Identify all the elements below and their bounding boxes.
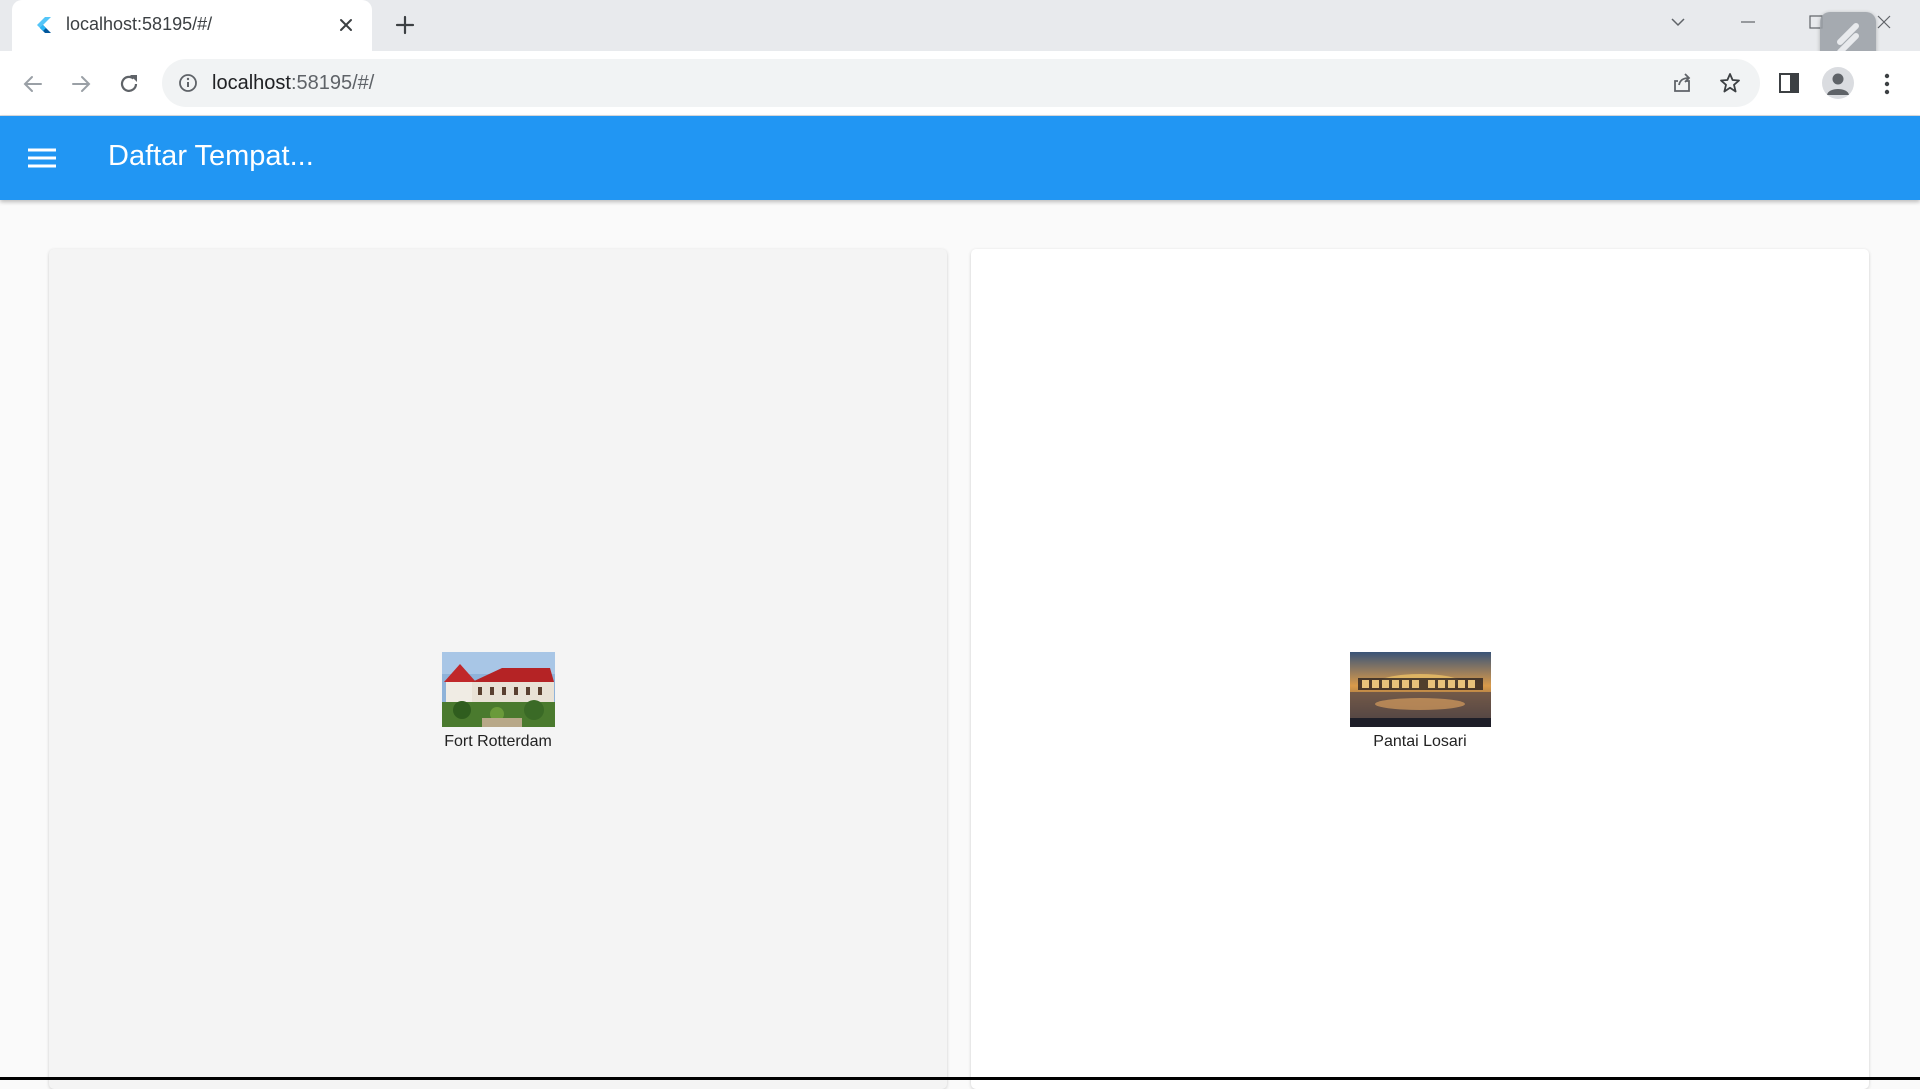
share-icon[interactable] [1670,71,1694,95]
tab-title: localhost:58195/#/ [66,14,213,34]
place-item[interactable]: Pantai Losari [971,652,1869,751]
profile-avatar[interactable] [1822,67,1854,99]
page-title: Daftar Tempat... [108,140,314,172]
chevron-down-icon[interactable] [1666,10,1690,34]
url-host: localhost [212,72,291,94]
forward-arrow-icon[interactable] [68,71,94,97]
place-name: Fort Rotterdam [444,733,552,750]
hamburger-menu-icon[interactable] [26,146,58,170]
place-image-fort-rotterdam [441,652,555,727]
place-image-pantai-losari [1349,652,1491,727]
person-icon [1827,73,1849,95]
bookmark-star-icon[interactable] [1718,71,1742,95]
place-name: Pantai Losari [1373,733,1467,750]
minimize-icon[interactable] [1736,10,1760,34]
more-vert-icon[interactable] [1874,71,1900,97]
new-tab-icon[interactable] [394,14,416,36]
flutter-favicon-icon [37,17,51,33]
close-icon[interactable] [336,15,356,35]
url-text[interactable]: localhost:58195/#/ [212,72,374,95]
place-card-pantai-losari[interactable]: Pantai Losari [971,249,1869,1089]
address-bar[interactable]: localhost:58195/#/ [162,59,1760,107]
place-card-fort-rotterdam[interactable]: Fort Rotterdam [49,249,947,1089]
reload-icon[interactable] [116,71,142,97]
side-panel-icon[interactable] [1776,70,1802,96]
tab-strip: localhost:58195/#/ [0,0,1920,66]
browser-tab[interactable]: localhost:58195/#/ [12,0,372,51]
browser-toolbar: localhost:58195/#/ [0,51,1920,116]
place-item[interactable]: Fort Rotterdam [49,652,947,751]
back-arrow-icon[interactable] [20,71,46,97]
info-icon[interactable] [178,73,198,93]
url-path: :58195/#/ [290,72,375,94]
